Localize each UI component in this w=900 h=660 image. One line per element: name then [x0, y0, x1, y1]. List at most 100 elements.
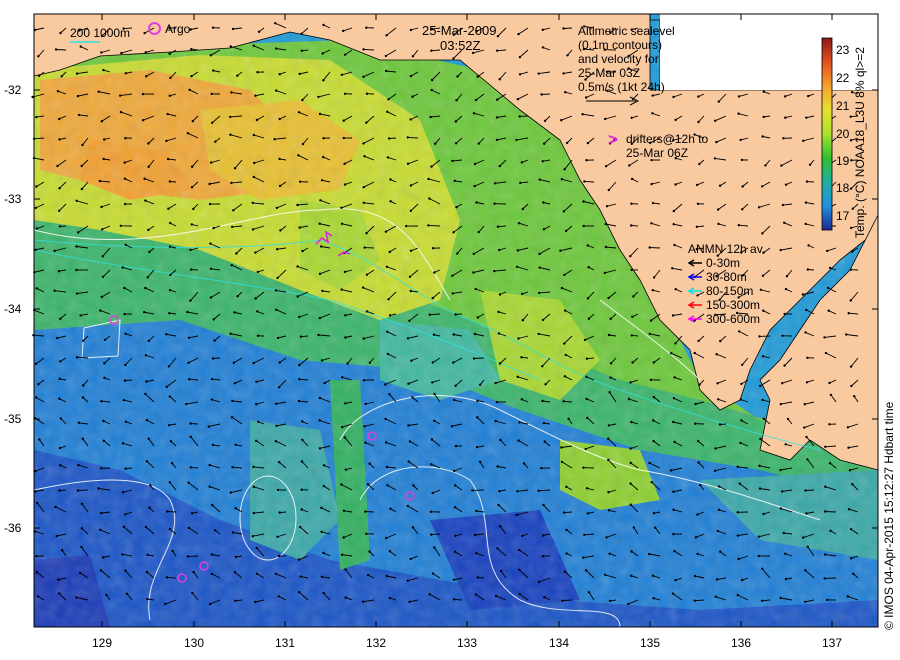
map-time: 03:52Z [440, 38, 481, 53]
velocity-arrow-head [433, 271, 436, 274]
velocity-arrow-head [604, 222, 607, 226]
velocity-arrow-head [537, 332, 540, 336]
velocity-arrow-head [190, 223, 193, 226]
velocity-arrow-head [608, 599, 612, 603]
velocity-arrow-head [739, 398, 742, 401]
velocity-arrow-head [828, 423, 831, 426]
velocity-arrow-head [498, 293, 502, 296]
velocity-arrow-head [562, 400, 565, 403]
velocity-arrow-head [581, 113, 584, 116]
velocity-arrow-head [607, 424, 611, 427]
velocity-arrow-head [208, 485, 211, 488]
velocity-arrow-head [190, 186, 194, 189]
velocity-arrow-head [431, 296, 434, 300]
velocity-arrow-head [540, 467, 543, 470]
velocity-arrow-head [121, 553, 124, 556]
velocity-arrow-head [368, 361, 372, 364]
velocity-arrow-head [697, 120, 700, 124]
velocity-arrow-head [342, 136, 345, 140]
velocity-arrow-head [124, 243, 127, 246]
velocity-arrow-head [473, 184, 476, 188]
velocity-arrow-head [804, 222, 807, 226]
velocity-arrow-head [803, 403, 806, 406]
velocity-arrow-head [275, 47, 278, 50]
velocity-arrow-head [476, 416, 479, 419]
velocity-arrow [825, 511, 837, 513]
velocity-arrow-head [808, 163, 812, 166]
velocity-arrow-head [713, 119, 717, 123]
velocity-arrow-head [628, 164, 631, 167]
velocity-arrow-head [299, 525, 302, 529]
velocity-arrow-head [143, 311, 146, 314]
velocity-arrow-head [389, 200, 392, 203]
velocity-arrow-head [430, 165, 433, 168]
velocity-arrow-head [411, 396, 414, 399]
velocity-arrow-head [124, 569, 127, 572]
velocity-arrow-head [805, 308, 808, 312]
velocity-arrow-head [320, 506, 323, 509]
velocity-arrow-head [103, 362, 106, 365]
velocity-arrow-head [583, 338, 587, 342]
velocity-arrow-head [828, 381, 831, 385]
velocity-arrow-head [849, 187, 853, 190]
velocity-arrow-head [165, 576, 169, 579]
velocity-arrow-head [384, 383, 387, 386]
velocity-arrow-head [696, 513, 699, 516]
velocity-arrow-head [255, 572, 259, 575]
velocity-arrow-head [82, 384, 85, 387]
velocity-arrow-head [716, 529, 719, 533]
velocity-arrow-head [494, 419, 497, 423]
velocity-arrow-head [212, 69, 215, 72]
velocity-arrow-head [759, 288, 763, 291]
velocity-arrow-head [146, 553, 149, 557]
velocity-arrow-head [627, 397, 631, 401]
velocity-arrow-head [565, 141, 569, 145]
velocity-arrow-head [296, 295, 299, 298]
x-tick-label: 135 [639, 636, 661, 650]
velocity-arrow-head [630, 550, 633, 553]
velocity-arrow-head [234, 507, 237, 510]
velocity-arrow-head [806, 545, 809, 548]
velocity-arrow-head [693, 599, 696, 602]
velocity-arrow-head [363, 425, 366, 428]
velocity-arrow-head [630, 334, 634, 337]
velocity-arrow-head [320, 530, 323, 533]
velocity-arrow-head [386, 352, 390, 356]
velocity-arrow-head [695, 225, 699, 228]
velocity-arrow-head [278, 184, 282, 188]
velocity-arrow-head [190, 512, 194, 515]
velocity-arrow-head [719, 339, 722, 343]
velocity-arrow-head [520, 356, 523, 359]
velocity-arrow-head [208, 202, 212, 206]
velocity-arrow-head [561, 599, 564, 602]
velocity-arrow-head [804, 489, 807, 492]
velocity-arrow-head [60, 549, 64, 552]
velocity-arrow-head [101, 275, 105, 278]
velocity-arrow-head [166, 510, 169, 513]
velocity-arrow-head [455, 206, 458, 209]
velocity-arrow-head [166, 112, 169, 116]
velocity-arrow-head [252, 133, 256, 137]
velocity-arrow-head [34, 490, 37, 493]
velocity-arrow-head [141, 92, 145, 96]
x-tick-label: 133 [456, 636, 478, 650]
velocity-arrow-head [168, 527, 171, 531]
velocity-arrow-head [784, 443, 787, 446]
velocity-arrow-head [428, 313, 431, 316]
velocity-arrow-head [542, 421, 546, 425]
velocity-arrow-head [802, 536, 805, 539]
velocity-arrow-head [671, 314, 675, 317]
velocity-arrow-head [740, 382, 743, 386]
velocity-arrow-head [234, 443, 237, 447]
velocity-arrow-head [168, 424, 171, 427]
map-canvas[interactable] [0, 0, 900, 660]
colorbar-tick: 20 [836, 127, 850, 141]
velocity-arrow-head [652, 439, 655, 443]
velocity-arrow-head [781, 490, 784, 493]
velocity-arrow-head [715, 140, 718, 144]
velocity-arrow-head [318, 316, 321, 320]
velocity-arrow-head [559, 249, 562, 252]
velocity-arrow-head [233, 167, 237, 170]
velocity-arrow-head [454, 444, 458, 448]
velocity-arrow-head [758, 487, 762, 490]
